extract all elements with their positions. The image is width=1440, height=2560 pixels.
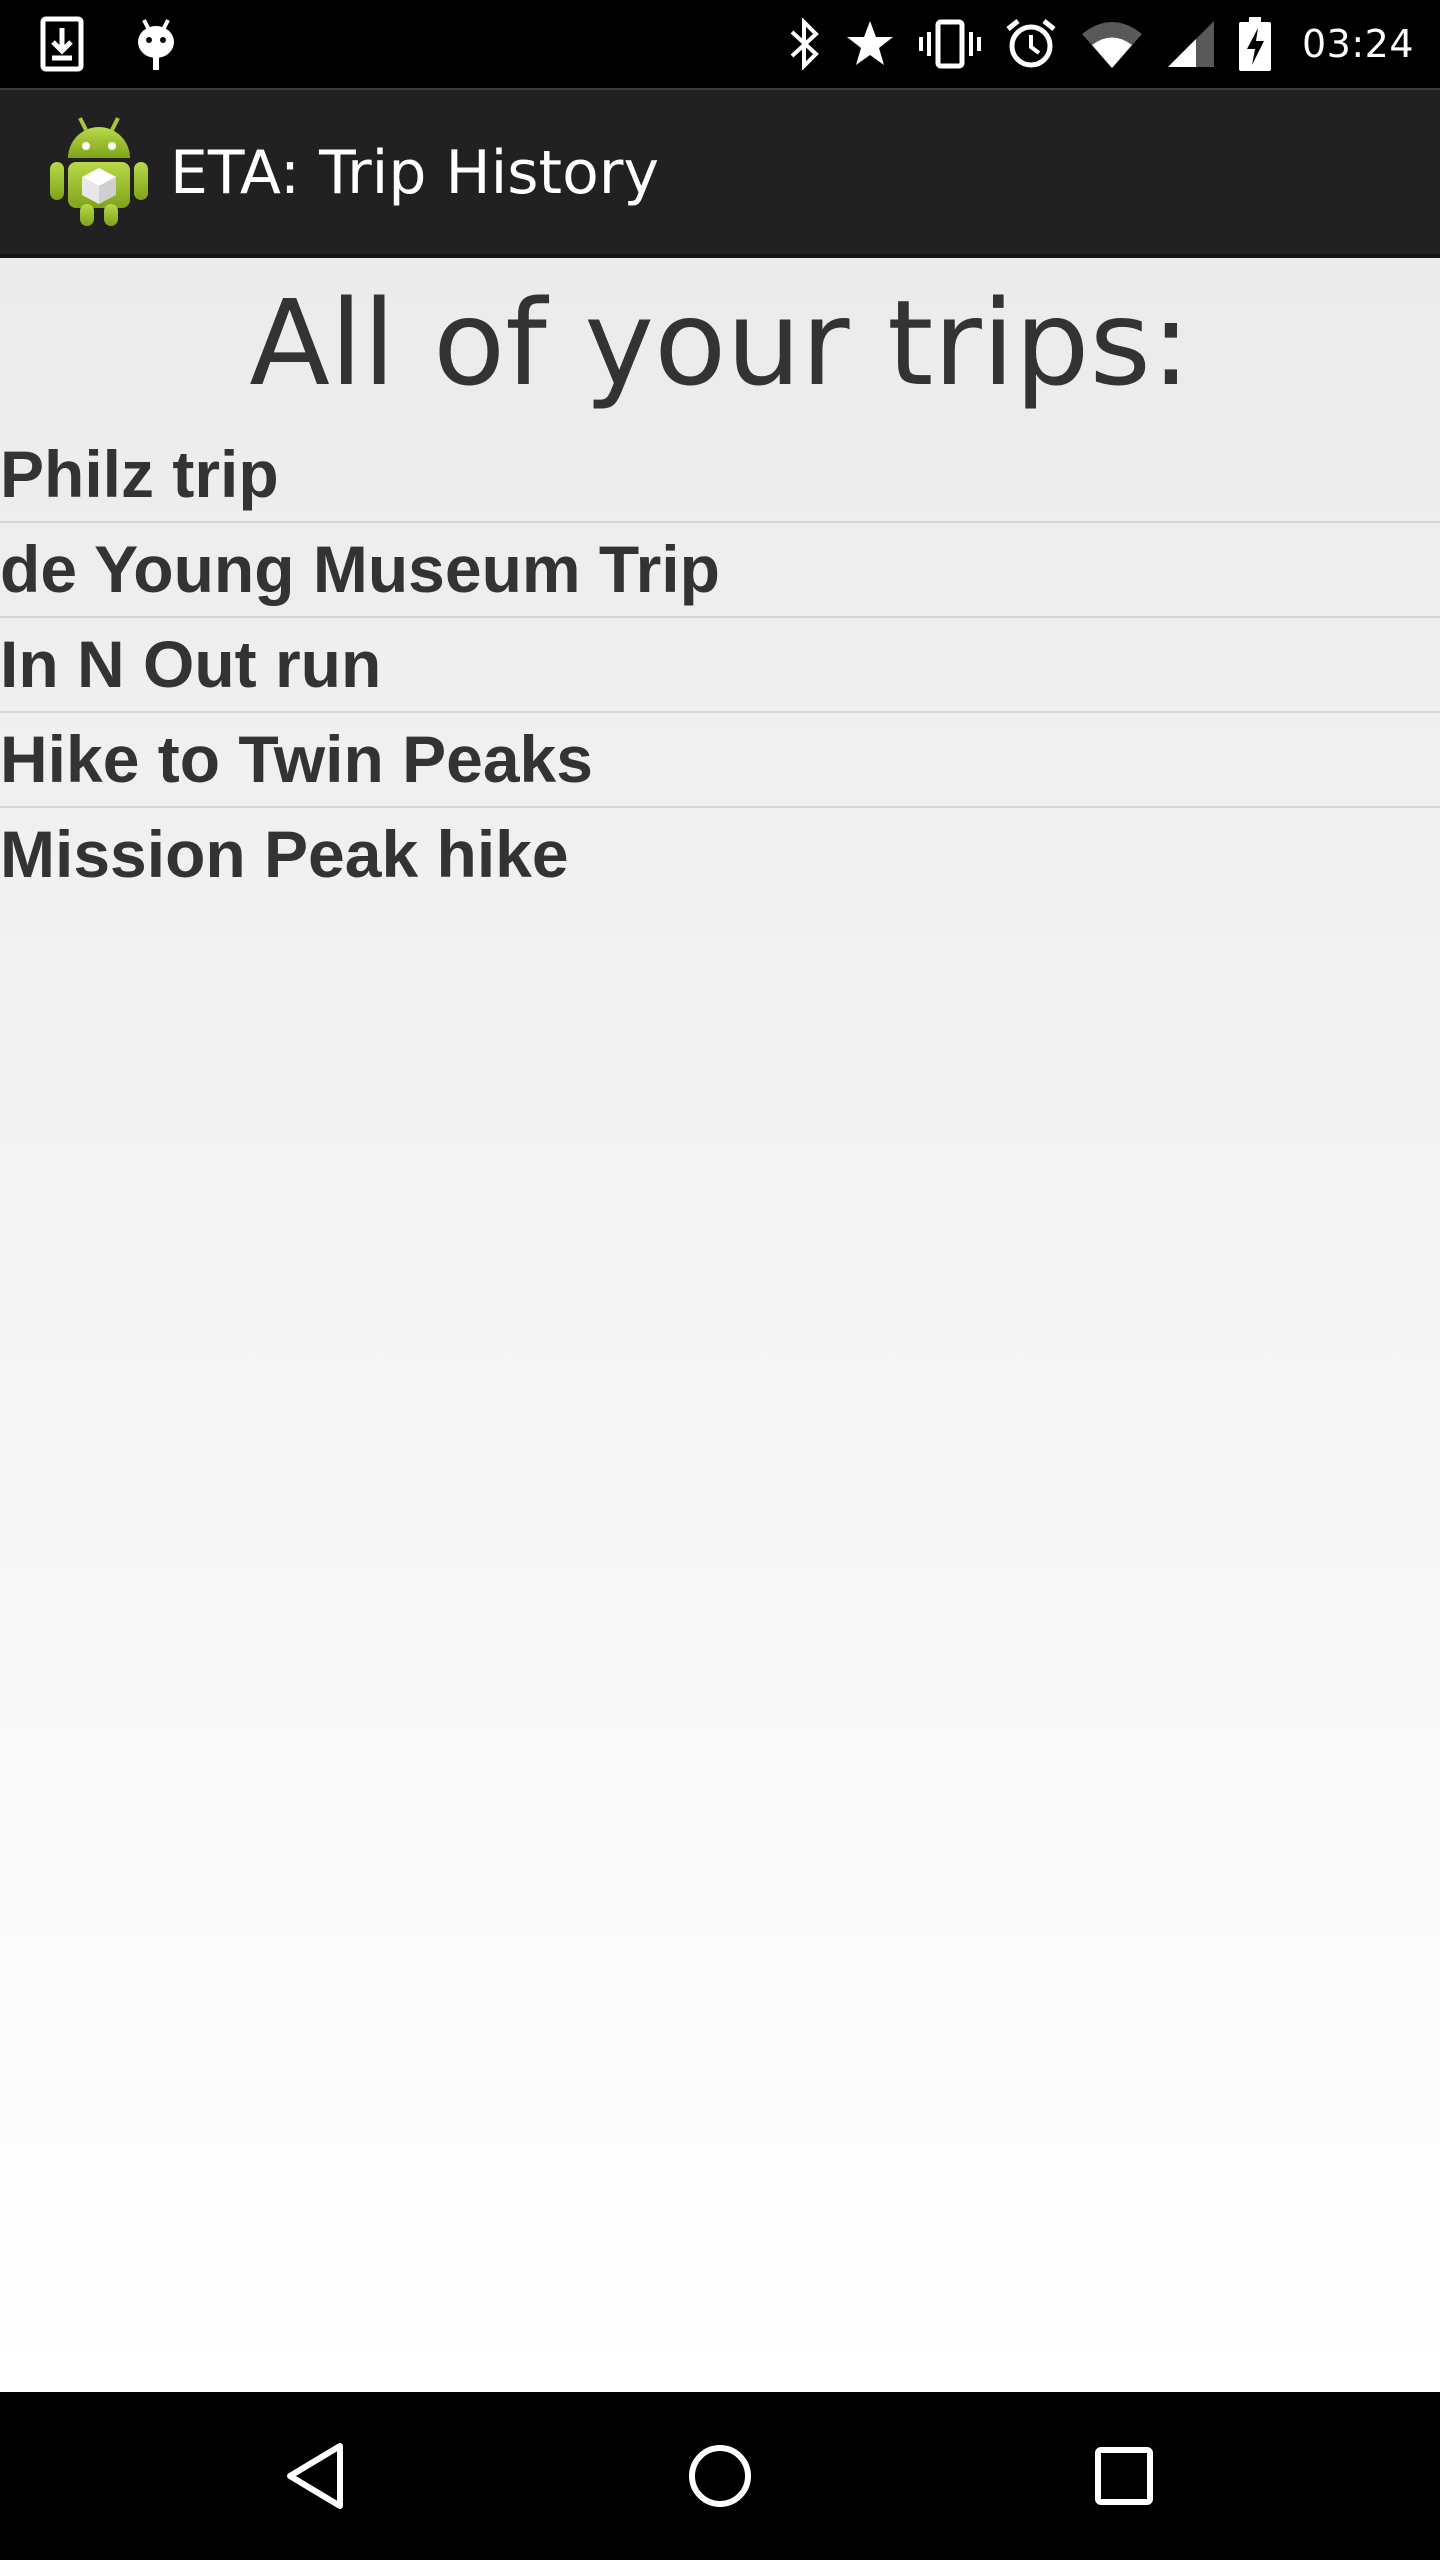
- trip-history-content: All of your trips: Philz trip de Young M…: [0, 258, 1440, 2392]
- action-bar: ETA: Trip History: [0, 88, 1440, 258]
- vibrate-icon: [918, 18, 982, 70]
- status-time: 03:24: [1301, 22, 1414, 66]
- status-bar: 03:24: [0, 0, 1440, 88]
- download-icon: [40, 16, 84, 72]
- home-icon[interactable]: [676, 2432, 764, 2520]
- navigation-bar: [0, 2392, 1440, 2560]
- trip-list-item[interactable]: In N Out run: [0, 618, 1440, 713]
- app-title: ETA: Trip History: [170, 138, 659, 208]
- bluetooth-icon: [786, 18, 822, 70]
- signal-icon: [1166, 19, 1216, 69]
- trip-list: Philz trip de Young Museum Trip In N Out…: [0, 428, 1440, 901]
- trip-list-item[interactable]: Mission Peak hike: [0, 808, 1440, 901]
- trip-list-item[interactable]: Philz trip: [0, 428, 1440, 523]
- page-heading: All of your trips:: [249, 274, 1191, 412]
- star-icon: [844, 18, 896, 70]
- alarm-icon: [1004, 17, 1058, 71]
- back-icon[interactable]: [272, 2432, 360, 2520]
- android-debug-icon: [134, 16, 178, 72]
- trip-list-item[interactable]: de Young Museum Trip: [0, 523, 1440, 618]
- wifi-icon: [1080, 18, 1144, 70]
- recents-icon[interactable]: [1080, 2432, 1168, 2520]
- battery-charging-icon: [1238, 16, 1272, 72]
- android-app-icon[interactable]: [46, 114, 152, 228]
- trip-list-item[interactable]: Hike to Twin Peaks: [0, 713, 1440, 808]
